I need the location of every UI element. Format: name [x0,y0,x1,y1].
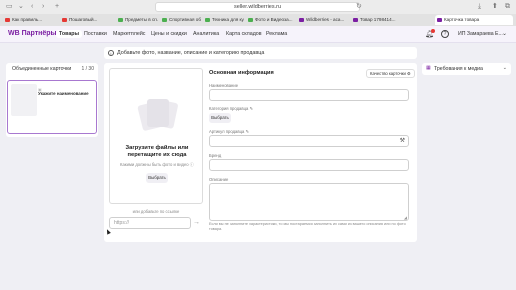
characteristics-note: Если вы не заполните характеристики, то … [209,222,406,231]
media-icon: ▦ [426,65,431,71]
browser-tab[interactable]: Техника для ку... [203,15,244,25]
photos-illustration-icon [137,97,179,137]
nav-item-prices[interactable]: Цены и скидки [151,31,187,37]
browser-tab[interactable]: Спортивная обу... [160,15,201,25]
gear-icon: ⚙ [407,71,411,76]
resize-handle-icon[interactable]: ◢ [404,215,407,220]
browser-tab-label: Как правиль... [12,17,43,22]
category-label: Категория продавца ✎ [209,106,253,111]
nav-item-goods[interactable]: Товары [56,30,83,38]
browser-tab-label: Wildberries - аса... [306,17,345,22]
tab-strip: Как правиль... Пошаговый... Предметы в сп.… [0,14,516,26]
browser-tab-label: Техника для ку... [212,17,244,22]
browser-tab-label: Спортивная обу... [169,17,201,22]
card-quality-label: Качество карточки [370,71,406,76]
article-input[interactable]: ⚒ [209,135,409,147]
merged-cards-title: Объединенные карточки [12,66,72,72]
description-textarea[interactable]: ◢ [209,183,409,221]
chevron-down-icon[interactable]: ⌄ [502,30,507,37]
info-icon: i [108,50,114,56]
tabs-overview-icon[interactable]: ⧉ [505,3,510,11]
info-banner: i Добавьте фото, название, описание и ка… [104,47,417,59]
brand-label: Бренд [209,153,222,158]
browser-tab-label: Предметы в сп... [125,17,158,22]
browser-chrome: ▭ ⌄ ‹ › + seller.wildberries.ru ↻ ⤓ ⬆ ⧉ … [0,0,516,26]
favicon-icon [118,18,123,22]
article-label: Артикул продавца ✎ [209,129,250,134]
browser-tab[interactable]: Предметы в сп... [116,15,158,25]
name-input[interactable] [209,89,409,101]
notification-badge [431,29,435,33]
banner-text: Добавьте фото, название, описание и кате… [117,50,265,56]
back-icon[interactable]: ‹ [31,3,33,11]
section-title: Основная информация [209,70,274,76]
reload-icon[interactable]: ↻ [356,3,362,11]
wb-logo[interactable]: WB Партнёры [8,30,57,37]
favicon-icon [437,18,442,22]
product-form: Загрузите файлы или перетащите их сюда К… [104,63,417,242]
brand-input[interactable] [209,159,409,171]
browser-tab-label: Пошаговый... [69,17,98,22]
choose-category-button[interactable]: Выбрать [209,113,231,123]
browser-tab[interactable]: Карточка товара [435,15,513,25]
browser-tab[interactable]: Как правиль... [3,15,58,25]
favicon-icon [248,18,253,22]
top-navigation: WB Партнёры Товары Поставки Маркетплейс … [0,26,516,43]
address-bar[interactable]: seller.wildberries.ru [155,2,360,12]
browser-tab-label: Карточка товара [444,17,480,22]
name-label: Наименование [209,83,239,88]
magic-wand-icon[interactable]: ⚒ [400,137,405,144]
upload-title: Загрузите файлы или перетащите их сюда [125,145,189,158]
chevron-down-icon[interactable]: ⌄ [18,3,24,11]
media-requirements-label: Требования к медиа [434,66,483,72]
edit-icon: ✎ [249,106,253,111]
sidebar-toggle-icon[interactable]: ▭ [6,3,13,11]
nav-item-warehouse-map[interactable]: Карта складов [226,31,262,37]
product-card[interactable]: ▣ Укажите наименование [7,80,97,134]
favicon-icon [162,18,167,22]
share-icon[interactable]: ⬆ [492,3,498,11]
browser-tab[interactable]: Пошаговый... [60,15,114,25]
favicon-icon [299,18,304,22]
nav-item-analytics[interactable]: Аналитика [193,31,219,37]
download-icon[interactable]: ⤓ [478,3,481,11]
browser-tab-label: Фото и Видеоза... [255,17,293,22]
favicon-icon [5,18,10,22]
media-url-input[interactable]: https:// [109,217,191,229]
media-requirements-panel[interactable]: ▦ Требования к медиа ⌄ [422,63,511,75]
favicon-icon [353,18,358,22]
media-upload-zone[interactable]: Загрузите файлы или перетащите их сюда К… [109,68,203,204]
description-label: Описание [209,177,229,182]
add-by-link-label: или добавьте по ссылке [132,209,180,214]
nav-item-supplies[interactable]: Поставки [84,31,107,37]
favicon-icon [205,18,210,22]
card-thumbnail [11,84,37,116]
card-name: Укажите наименование [38,91,89,96]
merged-cards-panel: Объединенные карточки 1 / 30 ▣ Укажите н… [6,63,98,137]
browser-tab[interactable]: Wildberries - аса... [297,15,349,25]
nav-item-marketplace[interactable]: Маркетплейс [113,31,145,37]
browser-tab[interactable]: Товар 1798414... [351,15,411,25]
nav-item-ads[interactable]: Реклама [266,31,287,37]
arrow-right-icon[interactable]: → [193,219,200,226]
merged-cards-count: 1 / 30 [81,66,94,72]
chevron-down-icon: ⌄ [502,65,507,71]
browser-tab-label: Товар 1798414... [360,17,396,22]
favicon-icon [62,18,67,22]
new-tab-icon[interactable]: + [55,3,59,11]
forward-icon[interactable]: › [42,3,44,11]
card-quality-badge[interactable]: Качество карточки ⚙ [366,69,415,78]
browser-tab[interactable]: Фото и Видеоза... [246,15,294,25]
choose-files-button[interactable]: Выбрать [146,173,168,183]
help-icon[interactable]: ? [441,30,449,38]
edit-icon: ✎ [245,129,250,134]
media-requirements-link[interactable]: Какими должны быть фото и видео ⓘ [114,162,200,168]
account-name[interactable]: ИП Замараева Е... [458,31,503,37]
